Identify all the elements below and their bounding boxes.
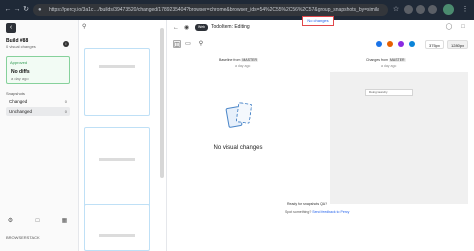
baseline-branch-tag: MASTER xyxy=(241,58,258,62)
address-bar[interactable]: ● https://percy.io/3a1c…/builds/39473520… xyxy=(33,4,388,16)
lock-icon: ● xyxy=(38,7,42,13)
reload-icon[interactable]: ↻ xyxy=(22,6,30,14)
filter-unchanged[interactable]: Unchanged 0 xyxy=(6,107,70,116)
settings-icon[interactable]: ⚙ xyxy=(7,218,14,225)
card-outline-dashed xyxy=(235,102,253,124)
safari-browser-icon[interactable] xyxy=(398,41,404,47)
thumbnail-content xyxy=(99,158,135,161)
filter-count: 0 xyxy=(64,109,67,114)
width-375-button[interactable]: 375px xyxy=(425,40,444,49)
build-subtitle: 0 visual changes xyxy=(6,44,36,49)
changes-time: a day ago xyxy=(381,64,397,68)
build-sidebar: ‹ Build #88 0 visual changes i Approved … xyxy=(0,20,79,251)
menu-dots-icon[interactable]: ⋮ xyxy=(461,6,469,14)
back-icon[interactable]: ‹ xyxy=(6,23,16,33)
width-1280-button[interactable]: 1280px xyxy=(447,40,469,49)
extension-icon[interactable] xyxy=(416,5,425,14)
thumbnail-scrollbar[interactable] xyxy=(160,28,164,178)
approval-title: No diffs xyxy=(11,69,30,75)
filter-label: Unchanged xyxy=(9,109,33,114)
baseline-label: Baseline from MASTER xyxy=(219,58,258,62)
thumbnail-content xyxy=(99,234,135,237)
edge-browser-icon[interactable] xyxy=(409,41,415,47)
browserstack-footer: BROWSERSTACK xyxy=(6,235,40,240)
snapshot-thumbnail[interactable] xyxy=(84,127,150,213)
device-tag: Web xyxy=(195,24,209,31)
expand-icon[interactable]: □ xyxy=(459,23,467,31)
profile-avatar[interactable] xyxy=(443,4,454,15)
changes-prefix: Changes from xyxy=(366,58,388,62)
side-by-side-view-button[interactable]: ◫ xyxy=(173,40,181,48)
filter-label: Changed xyxy=(9,99,28,104)
no-changes-button[interactable]: No changes xyxy=(302,16,334,26)
filter-changed[interactable]: Changed 0 xyxy=(6,97,70,106)
snapshot-thumbnail[interactable] xyxy=(84,48,150,116)
snapshot-input-preview: Doing laundry xyxy=(365,89,413,96)
approved-badge: Approved xyxy=(10,60,28,65)
snapshot-thumbnail[interactable] xyxy=(84,204,150,251)
changes-snapshot-canvas[interactable]: Doing laundry xyxy=(330,72,468,204)
browser-toolbar: ← → ↻ ● https://percy.io/3a1c…/builds/39… xyxy=(0,0,474,20)
snapshot-thumbnail-list: ⚲ xyxy=(79,20,167,251)
extension-icon[interactable] xyxy=(404,5,413,14)
changes-branch-tag: MASTER xyxy=(388,58,406,62)
zoom-icon[interactable]: ⚲ xyxy=(197,40,205,48)
address-bar-text: https://percy.io/3a1c…/builds/39473520/c… xyxy=(49,7,379,13)
thumbnail-content xyxy=(99,65,135,68)
baseline-prefix: Baseline from xyxy=(219,58,241,62)
layout-icon[interactable]: ▦ xyxy=(61,218,68,225)
back-arrow-icon[interactable]: ← xyxy=(4,6,12,14)
firefox-browser-icon[interactable] xyxy=(387,41,393,47)
filter-count: 0 xyxy=(64,99,67,104)
star-icon[interactable]: ☆ xyxy=(392,6,400,14)
feedback-line: Spot something? Send feedback to Percy xyxy=(285,210,349,214)
extension-icon[interactable] xyxy=(428,5,437,14)
single-view-button[interactable]: ▭ xyxy=(184,40,192,48)
search-icon[interactable]: ⚲ xyxy=(82,23,90,31)
snapshot-title: TodoItem: Editing xyxy=(211,24,250,30)
eye-icon[interactable]: ◉ xyxy=(184,23,189,33)
approval-status-card: Approved No diffs a day ago xyxy=(6,56,70,84)
chrome-browser-icon[interactable] xyxy=(376,41,382,47)
baseline-time: a day ago xyxy=(235,64,251,68)
no-visual-changes-message: No visual changes xyxy=(213,145,263,151)
approval-time: a day ago xyxy=(11,76,29,81)
snapshot-comparison: ← ◉ Web TodoItem: Editing No changes ◯ □… xyxy=(167,16,474,251)
info-icon[interactable]: i xyxy=(63,41,69,47)
changes-label: Changes from MASTER xyxy=(366,58,406,62)
chat-icon[interactable]: □ xyxy=(34,218,41,225)
snapshots-label: Snapshots xyxy=(6,91,25,96)
comment-icon[interactable]: ◯ xyxy=(445,23,453,31)
feedback-prefix: Spot something? xyxy=(285,210,312,214)
feedback-link[interactable]: Send feedback to Percy xyxy=(312,210,349,214)
review-prompt: Ready for snapshots QA? xyxy=(287,202,328,206)
forward-arrow-icon[interactable]: → xyxy=(13,6,21,14)
collapse-arrow-icon[interactable]: ← xyxy=(173,23,179,33)
no-changes-illustration-icon xyxy=(225,102,253,131)
